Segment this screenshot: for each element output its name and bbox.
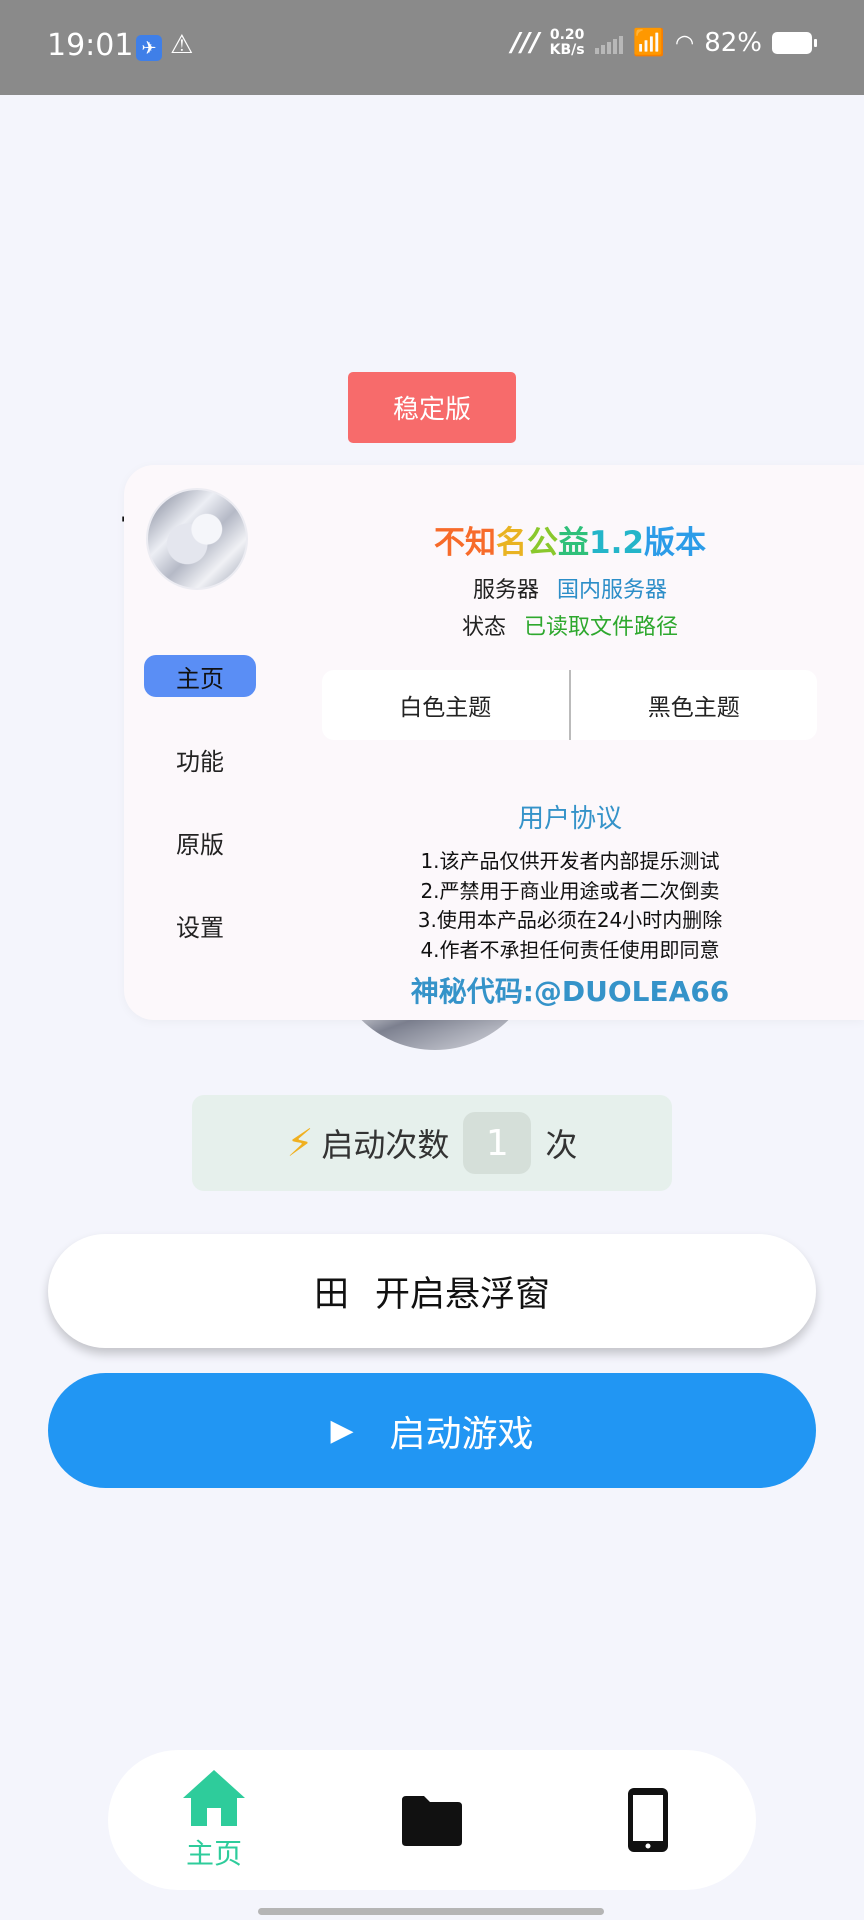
- agreement-title: 用户协议: [517, 804, 622, 834]
- network-logo-icon: ///: [511, 28, 540, 58]
- side-nav: 主页 功能 原版 设置: [144, 655, 256, 987]
- title-part: 1.2: [589, 525, 644, 561]
- start-game-button[interactable]: ▶ 启动游戏: [48, 1373, 816, 1488]
- agreement-item: 2.严禁用于商业用途或者二次倒卖: [420, 878, 720, 903]
- home-indicator[interactable]: [258, 1908, 604, 1915]
- panel-title: 不知名公益1.2版本: [310, 517, 830, 562]
- version-button[interactable]: 稳定版: [348, 372, 516, 443]
- title-part: 版本: [643, 525, 706, 561]
- net-speed-unit: KB/s: [549, 42, 585, 58]
- network-speed: 0.20 KB/s: [550, 28, 585, 58]
- floating-menu-panel: 主页 功能 原版 设置 不知名公益1.2版本 服务器 国内服务器 状态 已读取文件路…: [124, 465, 864, 1020]
- server-value: 国内服务器: [557, 578, 668, 603]
- home-icon: [183, 1770, 245, 1826]
- agreement-item: 1.该产品仅供开发者内部提乐测试: [420, 849, 720, 873]
- agreement-list: 1.该产品仅供开发者内部提乐测试 2.严禁用于商业用途或者二次倒卖 3.使用本产…: [310, 847, 830, 965]
- wifi-icon: 📶: [632, 28, 665, 58]
- nav-tab-device[interactable]: [588, 1750, 708, 1890]
- phone-icon: [628, 1788, 668, 1852]
- title-part: 名: [496, 525, 528, 561]
- status-value: 已读取文件路径: [524, 615, 679, 640]
- theme-switcher: 白色主题 黑色主题: [322, 670, 817, 740]
- title-part: 益: [558, 525, 590, 561]
- agreement-item: 3.使用本产品必须在24小时内删除: [417, 908, 723, 932]
- launch-count-prefix: 启动次数: [321, 1126, 450, 1164]
- status-time: 19:01: [47, 28, 134, 63]
- wifi-icon-secondary: ◠: [675, 30, 695, 56]
- net-speed-value: 0.20: [549, 27, 585, 43]
- battery-percent: 82%: [704, 28, 762, 58]
- launch-count-value: 1: [463, 1112, 532, 1174]
- theme-white-button[interactable]: 白色主题: [322, 670, 569, 740]
- status-label: 状态: [461, 615, 506, 640]
- nav-home-label: 主页: [185, 1837, 242, 1870]
- status-indicators: /// 0.20 KB/s 📶 ◠ 82%: [511, 28, 817, 58]
- warning-icon: ⚠: [170, 30, 194, 60]
- server-label: 服务器: [472, 578, 539, 603]
- battery-icon: [772, 32, 817, 54]
- open-float-window-label: 开启悬浮窗: [375, 1274, 551, 1315]
- cell-signal-icon: [594, 32, 623, 54]
- side-nav-item-settings[interactable]: 设置: [144, 904, 256, 946]
- play-icon: ▶: [330, 1413, 354, 1448]
- folder-icon: [402, 1796, 462, 1846]
- nav-tab-home[interactable]: 主页: [154, 1750, 274, 1890]
- lightning-icon: ⚡: [286, 1121, 314, 1165]
- nav-tab-files[interactable]: [372, 1750, 492, 1890]
- open-float-window-button[interactable]: 田 开启悬浮窗: [48, 1234, 816, 1348]
- app-notification-icon: ✈: [136, 35, 162, 61]
- start-game-label: 启动游戏: [389, 1413, 534, 1455]
- server-row: 服务器 国内服务器: [310, 572, 830, 604]
- title-part: 不知: [434, 525, 497, 561]
- launch-count-suffix: 次: [545, 1126, 578, 1164]
- agreement-item: 4.作者不承担任何责任使用即同意: [420, 937, 720, 962]
- grid-icon: 田: [313, 1274, 349, 1315]
- side-nav-item-original[interactable]: 原版: [144, 821, 256, 863]
- avatar[interactable]: [146, 488, 248, 590]
- side-nav-item-features[interactable]: 功能: [144, 738, 256, 780]
- theme-black-button[interactable]: 黑色主题: [571, 670, 818, 740]
- status-row: 状态 已读取文件路径: [310, 609, 830, 641]
- side-nav-item-home[interactable]: 主页: [144, 655, 256, 697]
- bottom-nav: 主页: [108, 1750, 756, 1890]
- secret-code: 神秘代码:@DUOLEA66: [410, 975, 730, 1008]
- status-bar: 19:01 ✈ ⚠ /// 0.20 KB/s 📶 ◠ 82%: [0, 0, 864, 95]
- launch-count-box: ⚡ 启动次数 1 次: [192, 1095, 672, 1191]
- title-part: 公: [527, 525, 559, 561]
